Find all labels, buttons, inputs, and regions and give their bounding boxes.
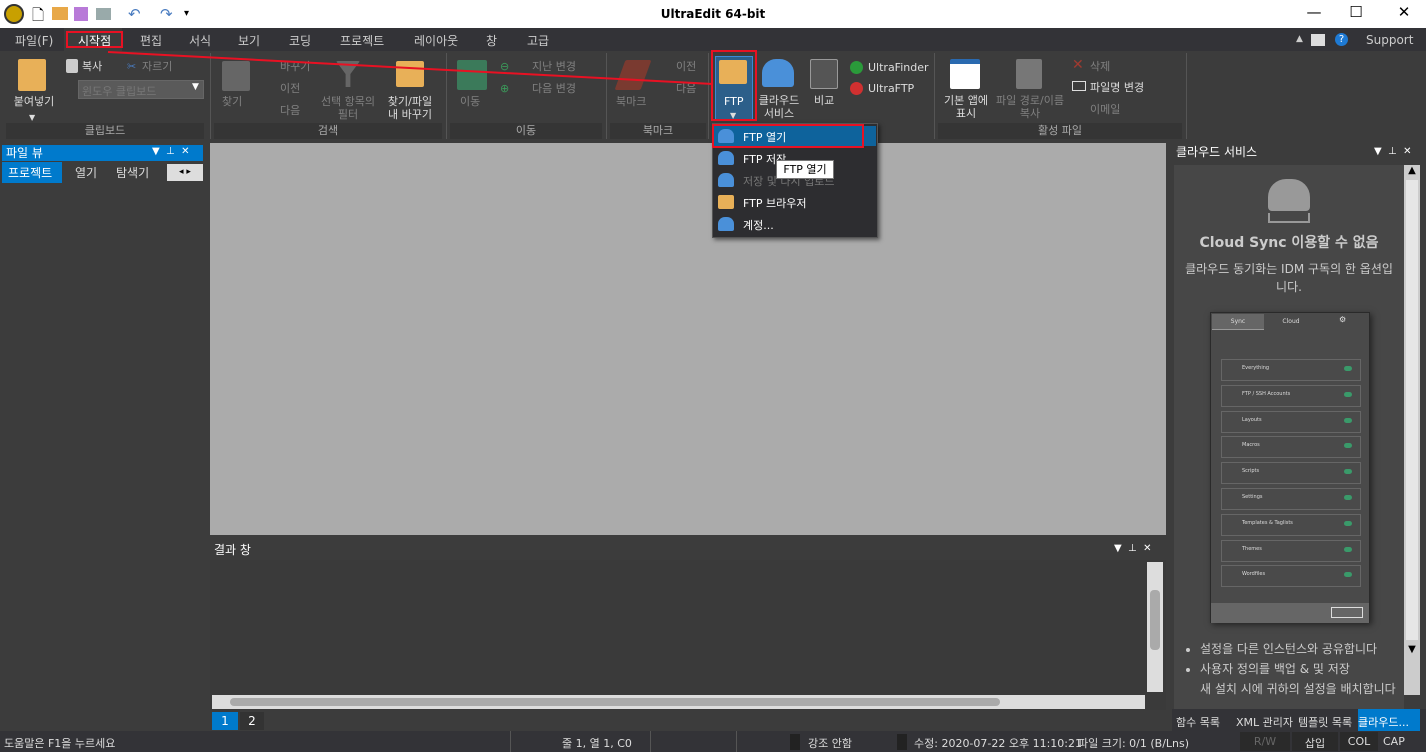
tab-scroll-buttons[interactable]: ◂ ▸ [167, 164, 203, 181]
sync-item: Macros [1221, 436, 1361, 459]
sync-preview-image: Sync Cloud ⚙ Everything FTP / SSH Account… [1210, 312, 1370, 623]
status-cap: CAP [1383, 735, 1405, 748]
cloud-icon [1344, 366, 1352, 371]
cloud-heading: Cloud Sync 이용할 수 없음 [1199, 235, 1379, 251]
sync-item-label: Templates & Taglists [1242, 519, 1293, 526]
status-highlight[interactable]: 강조 안함 [808, 735, 852, 751]
cloud-icon [1344, 546, 1352, 552]
cloud-icon [1344, 572, 1352, 578]
list-item: 새 설치 시에 귀하의 설정을 배치합니다 [1200, 679, 1400, 699]
ftp-browser-icon [718, 195, 734, 209]
sync-item: Settings [1221, 488, 1361, 510]
results-tab-2[interactable]: 2 [240, 712, 264, 730]
gear-icon: ⚙ [1339, 315, 1347, 324]
network-icon [1268, 213, 1310, 223]
tab-project[interactable]: 프로젝트 [2, 162, 62, 183]
panel-menu-icon[interactable]: ▼ ⊥ ✕ [152, 146, 190, 157]
status-insert[interactable]: 삽입 [1292, 732, 1338, 751]
sync-item: Wordfiles [1221, 565, 1361, 588]
cloud-icon [1344, 417, 1352, 423]
sync-item-label: Scripts [1242, 468, 1260, 475]
highlight-box [712, 124, 864, 148]
panel-menu-icon[interactable]: ▼ ⊥ ✕ [1374, 146, 1412, 157]
file-view-panel: 파일 뷰 ▼ ⊥ ✕ 프로젝트 열기 탐색기 ◂ ▸ [0, 143, 207, 730]
sync-item: Everything [1221, 359, 1361, 381]
status-rw[interactable]: R/W [1240, 732, 1290, 751]
tab-function-list[interactable]: 함수 목록 [1176, 714, 1220, 730]
sync-item: Themes [1221, 539, 1361, 562]
panel-tabs: 함수 목록 XML 관리자 템플릿 목록 클라우드... [1172, 709, 1426, 731]
vertical-scrollbar[interactable] [1147, 562, 1163, 692]
tab-open[interactable]: 열기 [75, 164, 97, 181]
list-item: 설정을 다른 인스턴스와 공유합니다 [1200, 639, 1400, 659]
ftp-save-upload-icon [718, 173, 734, 187]
sync-item-label: Settings [1242, 494, 1263, 500]
sync-item-label: Macros [1242, 442, 1260, 449]
tooltip: FTP 열기 [776, 160, 834, 179]
accounts-icon [718, 217, 734, 231]
cloud-tab: Cloud [1282, 318, 1300, 325]
cloud-icon [1344, 520, 1352, 526]
menu-item-accounts[interactable]: 계정... [743, 217, 774, 233]
results-pane: 결과 창 ▼ ⊥ ✕ [210, 540, 1166, 710]
sync-item-label: Wordfiles [1242, 571, 1266, 578]
sync-item-label: Themes [1242, 545, 1262, 552]
status-modified: 수정: 2020-07-22 오후 11:10:21 [914, 737, 1083, 750]
results-tab-1[interactable]: 1 [212, 712, 238, 730]
cloud-power-icon [1268, 179, 1310, 211]
cloud-icon [1344, 469, 1352, 475]
sync-item-label: Layouts [1242, 416, 1262, 423]
status-help: 도움말은 F1을 누르세요 [4, 737, 116, 750]
list-item: 사용자 정의를 백업 & 및 저장 [1200, 659, 1400, 679]
results-title: 결과 창 [214, 543, 251, 557]
tab-xml-manager[interactable]: XML 관리자 [1236, 714, 1293, 730]
status-position[interactable]: 줄 1, 열 1, C0 [562, 735, 632, 751]
sync-item: Templates & Taglists [1221, 513, 1361, 536]
cloud-icon [1344, 443, 1352, 449]
tab-template-list[interactable]: 템플릿 목록 [1298, 714, 1352, 730]
editor-area[interactable] [210, 143, 1166, 535]
sync-item-label: Everything [1242, 365, 1270, 371]
vertical-scrollbar[interactable]: ▲ ▼ [1404, 165, 1420, 695]
cloud-panel-title: 클라우드 서비스 [1176, 145, 1258, 159]
tab-cloud[interactable]: 클라우드... [1358, 709, 1420, 731]
panel-menu-icon[interactable]: ▼ ⊥ ✕ [1114, 543, 1152, 554]
ftp-save-icon [718, 151, 734, 165]
horizontal-scrollbar[interactable] [212, 695, 1145, 709]
sync-tab: Sync [1212, 314, 1264, 330]
sync-item-label: FTP / SSH Accounts [1242, 390, 1291, 397]
menu-item-ftp-browser[interactable]: FTP 브라우저 [743, 195, 806, 211]
tab-explorer[interactable]: 탐색기 [116, 164, 149, 181]
status-bar: 도움말은 F1을 누르세요 줄 1, 열 1, C0 강조 안함 수정: 202… [0, 731, 1426, 752]
status-file-size: 파일 크기: 0/1 (B/Lns) [1078, 737, 1190, 750]
sync-item: Layouts [1221, 410, 1361, 433]
status-col[interactable]: COL [1340, 732, 1378, 751]
sync-item: Scripts [1221, 462, 1361, 485]
cloud-icon [1344, 495, 1352, 500]
cloud-icon [1344, 391, 1352, 397]
sync-item: FTP / SSH Accounts [1221, 384, 1361, 407]
cloud-feature-list: 설정을 다른 인스턴스와 공유합니다 사용자 정의를 백업 & 및 저장 새 설… [1200, 639, 1400, 699]
cloud-description: 클라우드 동기화는 IDM 구독의 한 옵션입니다. [1185, 262, 1393, 294]
